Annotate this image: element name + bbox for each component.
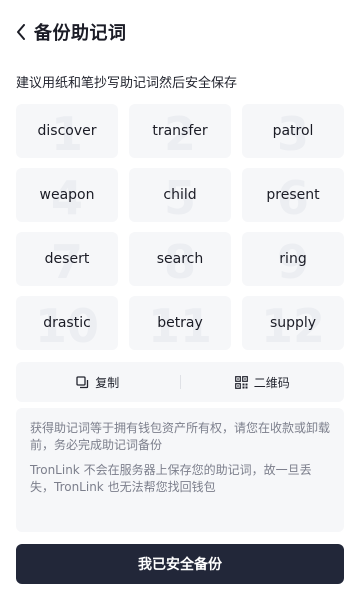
qrcode-icon: [234, 375, 248, 389]
header: 备份助记词: [0, 0, 360, 64]
copy-icon: [76, 375, 89, 388]
word-text: search: [156, 251, 204, 267]
qrcode-button[interactable]: 二维码: [181, 362, 345, 402]
word-text: patrol: [272, 123, 314, 139]
mnemonic-word-12: 12 supply: [242, 296, 344, 350]
confirm-backup-button[interactable]: 我已安全备份: [16, 544, 344, 584]
word-text: weapon: [39, 187, 95, 203]
back-button[interactable]: [12, 22, 30, 42]
mnemonic-word-4: 4 weapon: [16, 168, 118, 222]
notice-paragraph-2: TronLink 不会在服务器上保存您的助记词，故一旦丢失，TronLink 也…: [30, 463, 312, 494]
mnemonic-word-6: 6 present: [242, 168, 344, 222]
instruction-text: 建议用纸和笔抄写助记词然后安全保存: [16, 76, 238, 91]
mnemonic-grid: 1 discover 2 transfer 3 patrol 4 weapon 5 chi…: [16, 104, 344, 350]
word-text: child: [163, 187, 197, 203]
mnemonic-word-1: 1 discover: [16, 104, 118, 158]
mnemonic-word-8: 8 search: [129, 232, 231, 286]
word-text: drastic: [43, 315, 91, 331]
word-text: betray: [157, 315, 203, 331]
action-bar: 复制 二维码: [16, 362, 344, 402]
chevron-left-icon: [17, 24, 25, 40]
word-text: present: [266, 187, 320, 203]
word-text: transfer: [152, 123, 208, 139]
mnemonic-word-11: 11 betray: [129, 296, 231, 350]
mnemonic-word-5: 5 child: [129, 168, 231, 222]
word-text: discover: [37, 123, 97, 139]
page-title: 备份助记词: [34, 23, 127, 44]
notice-paragraph-1: 获得助记词等于拥有钱包资产所有权，请您在收款或卸载前，务必完成助记词备份: [30, 421, 331, 452]
qrcode-label: 二维码: [253, 375, 290, 390]
copy-label: 复制: [95, 375, 120, 390]
mnemonic-word-2: 2 transfer: [129, 104, 231, 158]
mnemonic-word-3: 3 patrol: [242, 104, 344, 158]
word-text: desert: [44, 251, 90, 267]
mnemonic-word-10: 10 drastic: [16, 296, 118, 350]
mnemonic-word-7: 7 desert: [16, 232, 118, 286]
word-text: supply: [269, 315, 317, 331]
mnemonic-word-9: 9 ring: [242, 232, 344, 286]
word-text: ring: [279, 251, 307, 267]
backup-notice: 获得助记词等于拥有钱包资产所有权，请您在收款或卸载前，务必完成助记词备份 Tro…: [16, 408, 344, 532]
copy-button[interactable]: 复制: [16, 362, 180, 402]
